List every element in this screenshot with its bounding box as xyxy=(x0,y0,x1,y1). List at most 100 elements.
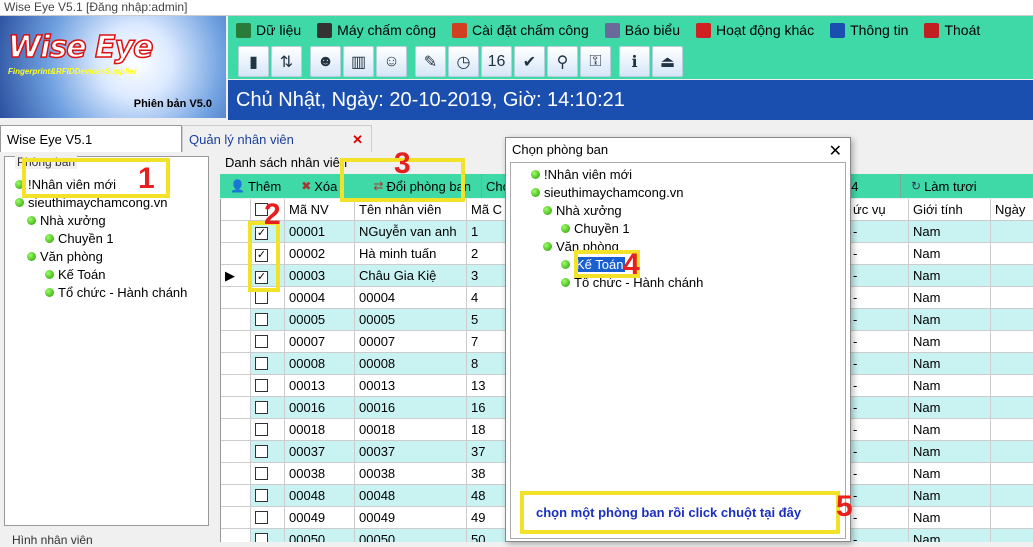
delete-button[interactable]: ✖ Xóa xyxy=(291,174,347,198)
row-cell: Nam xyxy=(909,375,991,397)
users-icon[interactable]: ☻ xyxy=(310,46,341,77)
row-cell xyxy=(991,397,1033,419)
cell-value: NGuyễn van anh xyxy=(359,224,457,239)
row-cell xyxy=(991,507,1033,529)
cell-value: 00037 xyxy=(289,444,326,459)
header-cell[interactable]: Tên nhân viên xyxy=(355,199,467,221)
row-cell: NGuyễn van anh xyxy=(355,221,467,243)
header-cell[interactable]: ức vụ xyxy=(849,199,909,221)
cell-value: 00018 xyxy=(359,422,396,437)
row-cell xyxy=(251,397,285,419)
delete-user-icon: ✖ xyxy=(301,179,312,193)
close-icon[interactable]: ✕ xyxy=(352,126,363,153)
menu-item-1[interactable]: Máy chấm công xyxy=(309,16,444,44)
row-checkbox[interactable] xyxy=(255,511,268,524)
row-cell: - xyxy=(849,441,909,463)
transfer-arrows-icon[interactable]: ⇅ xyxy=(271,46,302,77)
department-tree-panel: Phòng ban !Nhân viên mới sieuthimaychamco… xyxy=(4,155,209,526)
refresh-button[interactable]: ↻ Làm tươi xyxy=(900,174,987,198)
row-cell: Nam xyxy=(909,485,991,507)
user-key-icon[interactable]: ⚿ xyxy=(580,46,611,77)
row-cell: 00013 xyxy=(285,375,355,397)
header-cell[interactable]: Giới tính xyxy=(909,199,991,221)
tree-item-3[interactable]: Chuyền 1 xyxy=(45,231,114,246)
row-checkbox[interactable] xyxy=(255,313,268,326)
row-checkbox[interactable] xyxy=(255,533,268,542)
menu-item-6[interactable]: Thoát xyxy=(916,16,988,44)
header-cell[interactable]: Ngày xyxy=(991,199,1033,221)
row-cell: 00013 xyxy=(355,375,467,397)
row-checkbox[interactable] xyxy=(255,379,268,392)
row-checkbox[interactable] xyxy=(255,423,268,436)
row-cell: 00050 xyxy=(285,529,355,542)
menu-item-5[interactable]: Thông tin xyxy=(822,16,916,44)
dialog-tree-item-0[interactable]: !Nhân viên mới xyxy=(531,167,632,182)
add-button[interactable]: 👤 Thêm xyxy=(220,174,291,198)
close-icon[interactable]: ✕ xyxy=(829,140,842,164)
header-cell[interactable]: Mã NV xyxy=(285,199,355,221)
tree-item-5[interactable]: Kế Toán xyxy=(45,267,105,282)
tree-item-2[interactable]: Nhà xưởng xyxy=(27,213,106,228)
cell-value: 7 xyxy=(471,334,479,349)
notepad-icon[interactable]: ✎ xyxy=(415,46,446,77)
node-icon xyxy=(543,242,552,251)
info-icon[interactable]: ℹ xyxy=(619,46,650,77)
delete-label: Xóa xyxy=(314,178,338,194)
row-checkbox[interactable] xyxy=(255,445,268,458)
row-cell: - xyxy=(849,375,909,397)
header-cell[interactable]: Mã C xyxy=(467,199,509,221)
menu-item-4[interactable]: Hoạt động khác xyxy=(688,16,822,44)
row-cell: 1 xyxy=(467,221,509,243)
row-cell xyxy=(991,529,1033,542)
row-checkbox[interactable] xyxy=(255,335,268,348)
cell-value: 50 xyxy=(471,532,486,542)
tab-employee-management[interactable]: Quản lý nhân viên ✕ xyxy=(182,125,372,152)
row-checkbox[interactable] xyxy=(255,357,268,370)
exit-icon[interactable]: ⏏ xyxy=(652,46,683,77)
row-checkbox[interactable] xyxy=(255,401,268,414)
row-checkbox[interactable] xyxy=(255,291,268,304)
calendar-icon[interactable]: 16 xyxy=(481,46,512,77)
menu-label: Cài đặt chấm công xyxy=(472,22,589,38)
refresh-icon: ↻ xyxy=(911,179,922,193)
row-cell xyxy=(221,353,251,375)
cell-value: 00038 xyxy=(289,466,326,481)
row-cell xyxy=(991,375,1033,397)
row-cell xyxy=(251,419,285,441)
tree-item-6[interactable]: Tổ chức - Hành chánh xyxy=(45,285,187,300)
menu-item-3[interactable]: Báo biểu xyxy=(597,16,688,44)
cell-value: 1 xyxy=(471,224,479,239)
row-cell xyxy=(221,375,251,397)
node-icon xyxy=(561,260,570,269)
row-cell xyxy=(251,309,285,331)
bar-chart-icon[interactable]: ▥ xyxy=(343,46,374,77)
group-icon[interactable]: ☺ xyxy=(376,46,407,77)
header-cell xyxy=(221,199,251,221)
add-label: Thêm xyxy=(247,178,282,194)
logo-brand: Wise Eye xyxy=(7,29,154,66)
cell-value: 00049 xyxy=(289,510,326,525)
row-checkbox[interactable] xyxy=(255,467,268,480)
cell-value: 00007 xyxy=(289,334,326,349)
confirm-instruction-box[interactable]: chọn một phòng ban rồi click chuột tại đ… xyxy=(520,491,840,534)
dialog-tree-item-3[interactable]: Chuyền 1 xyxy=(561,221,630,236)
fingerprint-device-icon[interactable]: ▮ xyxy=(238,46,269,77)
cell-value: Nam xyxy=(913,532,941,542)
document-check-icon[interactable]: ✔ xyxy=(514,46,545,77)
device-icon xyxy=(317,22,333,38)
tab-wise-eye[interactable]: Wise Eye V5.1 xyxy=(0,125,182,152)
magnifier-report-icon[interactable]: ⚲ xyxy=(547,46,578,77)
row-cell xyxy=(991,309,1033,331)
menu-item-2[interactable]: Cài đặt chấm công xyxy=(444,16,597,44)
dialog-tree-item-1[interactable]: sieuthimaychamcong.vn xyxy=(531,185,683,200)
menu-item-0[interactable]: Dữ liệu xyxy=(228,16,309,44)
row-cell: 5 xyxy=(467,309,509,331)
row-checkbox[interactable] xyxy=(255,489,268,502)
row-cell: 00016 xyxy=(355,397,467,419)
dialog-tree-item-2[interactable]: Nhà xưởng xyxy=(543,203,622,218)
tree-item-4[interactable]: Văn phòng xyxy=(27,249,103,264)
row-cell xyxy=(991,463,1033,485)
cell-value: 00048 xyxy=(289,488,326,503)
clock-icon[interactable]: ◷ xyxy=(448,46,479,77)
refresh-label: Làm tươi xyxy=(924,178,977,194)
